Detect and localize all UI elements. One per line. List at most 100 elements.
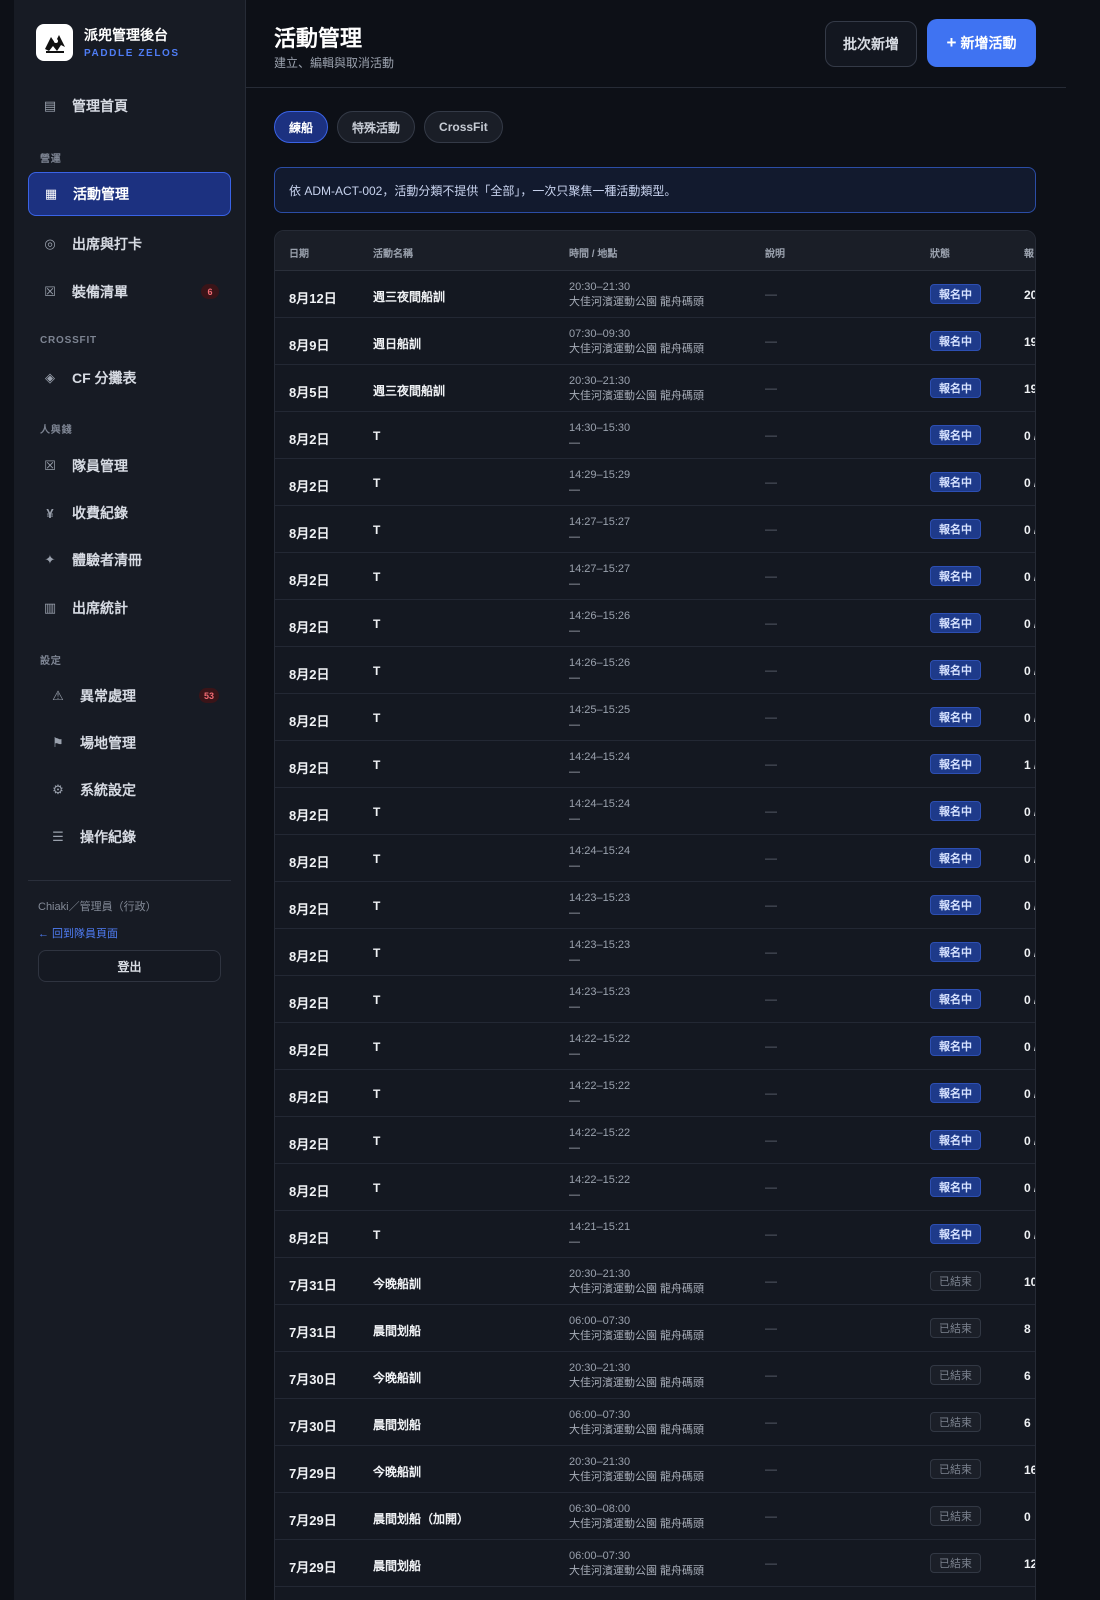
- row-activity-name[interactable]: 晨間划船: [373, 1322, 421, 1339]
- table-row[interactable]: 7月29日 晨間划船 06:00–07:30 大佳河濱運動公園 龍舟碼頭 — 已結束 12: [275, 1540, 1035, 1587]
- row-activity-name[interactable]: T: [373, 711, 380, 725]
- col-status[interactable]: 狀態: [930, 245, 950, 260]
- table-row[interactable]: 8月2日 T 14:22–15:22 — — 報名中 0 /: [275, 1164, 1035, 1211]
- table-row[interactable]: 8月2日 T 14:22–15:22 — — 報名中 0 /: [275, 1117, 1035, 1164]
- table-row[interactable]: 8月2日 T 14:25–15:25 — — 報名中 0 /: [275, 694, 1035, 741]
- row-date: 8月2日: [289, 620, 330, 635]
- tab-special[interactable]: 特殊活動: [337, 111, 416, 143]
- box-icon: ☒: [44, 284, 56, 299]
- table-row[interactable]: 8月2日 T 14:23–15:23 — — 報名中 0 /: [275, 929, 1035, 976]
- logout-button[interactable]: 登出: [38, 950, 221, 982]
- row-activity-name[interactable]: 週三夜間船訓: [373, 382, 445, 399]
- row-activity-name[interactable]: T: [373, 758, 380, 772]
- row-activity-name[interactable]: T: [373, 1040, 380, 1054]
- sidebar-item-label: 活動管理: [73, 186, 129, 202]
- table-row[interactable]: 8月2日 T 14:22–15:22 — — 報名中 0 /: [275, 1023, 1035, 1070]
- row-activity-name[interactable]: 週三夜間船訓: [373, 288, 445, 305]
- row-activity-name[interactable]: 今晚船訓: [373, 1275, 421, 1292]
- tab-crossfit[interactable]: CrossFit: [424, 111, 503, 143]
- list-icon: ▤: [43, 98, 57, 113]
- table-row[interactable]: 8月12日 週三夜間船訓 20:30–21:30 大佳河濱運動公園 龍舟碼頭 — 報名中 2…: [275, 271, 1035, 318]
- batch-add-button[interactable]: 批次新增: [825, 21, 917, 67]
- sidebar-item-activities[interactable]: ▦ 活動管理: [28, 172, 231, 216]
- row-activity-name[interactable]: T: [373, 1181, 380, 1195]
- table-row[interactable]: 8月2日 T 14:27–15:27 — — 報名中 0 /: [275, 553, 1035, 600]
- row-time-location: 20:30–21:30 大佳河濱運動公園 龍舟碼頭: [569, 374, 704, 404]
- sidebar-item-attendance[interactable]: ◎ 出席與打卡: [28, 222, 231, 266]
- row-activity-name[interactable]: 晨間划船（加開）: [373, 1510, 469, 1527]
- sparkle-icon: ✦: [44, 552, 56, 567]
- sidebar-item-payments[interactable]: ¥ 收費紀錄: [28, 491, 231, 535]
- sidebar-item-trial[interactable]: ✦ 體驗者清冊: [28, 538, 231, 582]
- row-location: —: [569, 672, 580, 684]
- row-activity-name[interactable]: T: [373, 852, 380, 866]
- table-row[interactable]: 8月2日 T 14:22–15:22 — — 報名中 0 /: [275, 1070, 1035, 1117]
- table-row[interactable]: 8月2日 T 14:26–15:26 — — 報名中 0 /: [275, 600, 1035, 647]
- row-location: 大佳河濱運動公園 龍舟碼頭: [569, 1471, 705, 1483]
- row-description: —: [765, 1227, 777, 1241]
- table-row[interactable]: 8月2日 T 14:29–15:29 — — 報名中 0 /: [275, 459, 1035, 506]
- table-row[interactable]: 8月2日 T 14:24–15:24 — — 報名中 0 /: [275, 788, 1035, 835]
- table-row[interactable]: 7月31日 今晚船訓 20:30–21:30 大佳河濱運動公園 龍舟碼頭 — 已結束 10: [275, 1258, 1035, 1305]
- table-row[interactable]: 8月2日 T 14:30–15:30 — — 報名中 0 /: [275, 412, 1035, 459]
- row-activity-name[interactable]: T: [373, 476, 380, 490]
- table-row[interactable]: 8月2日 T 14:24–15:24 — — 報名中 0 /: [275, 835, 1035, 882]
- table-row[interactable]: 8月2日 T 14:24–15:24 — — 報名中 1 /: [275, 741, 1035, 788]
- brand[interactable]: 派兜管理後台 PADDLE ZELOS: [36, 24, 180, 61]
- table-row[interactable]: 7月30日 今晚船訓 20:30–21:30 大佳河濱運動公園 龍舟碼頭 — 已結束 6: [275, 1352, 1035, 1399]
- sidebar-item-logs[interactable]: ☰ 操作紀錄: [28, 815, 231, 859]
- sidebar-item-members[interactable]: ☒ 隊員管理: [28, 444, 231, 488]
- col-time-location[interactable]: 時間 / 地點: [569, 245, 617, 260]
- row-activity-name[interactable]: 今晚船訓: [373, 1463, 421, 1480]
- table-row[interactable]: 7月31日 晨間划船 06:00–07:30 大佳河濱運動公園 龍舟碼頭 — 已結束 8: [275, 1305, 1035, 1352]
- row-activity-name[interactable]: 今晚船訓: [373, 1369, 421, 1386]
- row-activity-name[interactable]: 週日船訓: [373, 335, 421, 352]
- row-activity-name[interactable]: T: [373, 664, 380, 678]
- sidebar-item-cf-groups[interactable]: ◈ CF 分攤表: [28, 356, 231, 400]
- row-activity-name[interactable]: T: [373, 429, 380, 443]
- table-row[interactable]: 7月29日 晨間划船（加開） 06:30–08:00 大佳河濱運動公園 龍舟碼頭 — 已結…: [275, 1493, 1035, 1540]
- table-row[interactable]: 7月29日 今晚船訓 20:30–21:30 大佳河濱運動公園 龍舟碼頭 — 已結束 16: [275, 1446, 1035, 1493]
- table-row[interactable]: 8月2日 T 14:21–15:21 — — 報名中 0 /: [275, 1211, 1035, 1258]
- col-description[interactable]: 說明: [765, 245, 785, 260]
- sidebar-item-label: 操作紀錄: [80, 829, 136, 845]
- sidebar-item-anomalies[interactable]: ⚠ 異常處理 53: [28, 674, 231, 718]
- row-activity-name[interactable]: T: [373, 523, 380, 537]
- table-row[interactable]: 7月30日 晨間划船 06:00–07:30 大佳河濱運動公園 龍舟碼頭 — 已結束 6: [275, 1399, 1035, 1446]
- row-activity-name[interactable]: T: [373, 617, 380, 631]
- table-row[interactable]: 8月9日 週日船訓 07:30–09:30 大佳河濱運動公園 龍舟碼頭 — 報名中 19: [275, 318, 1035, 365]
- row-activity-name[interactable]: T: [373, 1087, 380, 1101]
- row-activity-name[interactable]: T: [373, 899, 380, 913]
- row-activity-name[interactable]: T: [373, 805, 380, 819]
- info-notice: 依 ADM-ACT-002，活動分類不提供「全部」，一次只聚焦一種活動類型。: [274, 167, 1036, 213]
- box-icon: ☒: [44, 458, 56, 473]
- sidebar-item-stats[interactable]: ▥ 出席統計: [28, 586, 231, 630]
- add-activity-button[interactable]: + 新增活動: [927, 19, 1036, 67]
- row-activity-name[interactable]: T: [373, 1134, 380, 1148]
- table-row[interactable]: 8月2日 T 14:23–15:23 — — 報名中 0 /: [275, 976, 1035, 1023]
- tab-training[interactable]: 練船: [274, 111, 329, 143]
- sidebar-item-venues[interactable]: ⚑ 場地管理: [28, 721, 231, 765]
- table-row[interactable]: 8月2日 T 14:27–15:27 — — 報名中 0 /: [275, 506, 1035, 553]
- table-row[interactable]: 8月2日 T 14:23–15:23 — — 報名中 0 /: [275, 882, 1035, 929]
- sidebar-item-system[interactable]: ⚙ 系統設定: [28, 768, 231, 812]
- row-activity-name[interactable]: T: [373, 570, 380, 584]
- col-date[interactable]: 日期: [289, 245, 309, 260]
- table-row[interactable]: 8月5日 週三夜間船訓 20:30–21:30 大佳河濱運動公園 龍舟碼頭 — 報名中 19: [275, 365, 1035, 412]
- row-time: 20:30–21:30: [569, 375, 631, 387]
- sidebar-item-equipment[interactable]: ☒ 裝備清單 6: [28, 270, 231, 314]
- row-time: 06:00–07:30: [569, 1550, 631, 1562]
- row-activity-name[interactable]: 晨間划船: [373, 1416, 421, 1433]
- row-time: 14:23–15:23: [569, 892, 631, 904]
- col-signups[interactable]: 報: [1024, 245, 1034, 260]
- row-activity-name[interactable]: 晨間划船: [373, 1557, 421, 1574]
- col-name[interactable]: 活動名稱: [373, 245, 413, 260]
- row-activity-name[interactable]: T: [373, 1228, 380, 1242]
- row-time: 14:22–15:22: [569, 1033, 631, 1045]
- sidebar-item-home[interactable]: ▤ 管理首頁: [28, 84, 231, 128]
- row-activity-name[interactable]: T: [373, 993, 380, 1007]
- table-row[interactable]: 8月2日 T 14:26–15:26 — — 報名中 0 /: [275, 647, 1035, 694]
- row-time-location: 14:22–15:22 —: [569, 1173, 630, 1203]
- back-to-member-link[interactable]: ← 回到隊員頁面: [38, 925, 118, 941]
- row-activity-name[interactable]: T: [373, 946, 380, 960]
